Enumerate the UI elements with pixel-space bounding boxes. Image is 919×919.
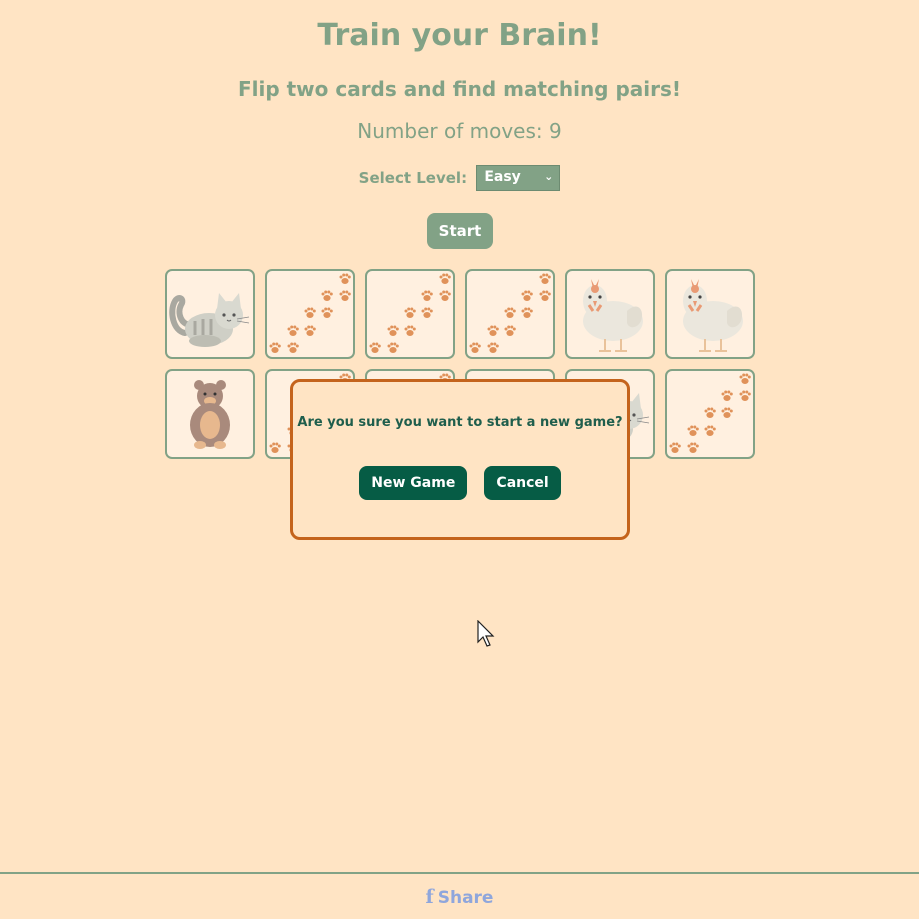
card-chicken[interactable] [665,269,755,359]
start-button[interactable]: Start [427,213,493,249]
moves-counter: Number of moves: 9 [357,119,562,143]
game-page: Train your Brain! Flip two cards and fin… [0,0,919,919]
page-subtitle: Flip two cards and find matching pairs! [237,77,682,101]
chicken-icon [683,279,743,352]
new-game-button[interactable]: New Game [359,466,468,500]
footer-divider [0,872,919,874]
page-title: Train your Brain! [317,18,602,53]
card-bear[interactable] [165,369,255,459]
dialog-buttons: New Game Cancel [293,466,627,500]
card-cat[interactable] [165,269,255,359]
paw-prints-icon [369,273,451,353]
paw-prints-icon [669,373,751,453]
share-link[interactable]: f Share [0,886,919,908]
level-selector-row: Select Level: Easy ⌄ [0,165,919,191]
card-paw-prints[interactable] [465,269,555,359]
cat-icon [169,293,250,347]
card-paw-prints[interactable] [665,369,755,459]
card-paw-prints[interactable] [365,269,455,359]
cancel-button[interactable]: Cancel [484,466,561,500]
share-label: Share [437,888,494,908]
chicken-icon [583,279,643,352]
level-select[interactable]: Easy ⌄ [476,165,561,191]
paw-prints-icon [469,273,551,353]
card-chicken[interactable] [565,269,655,359]
bear-icon [190,380,230,449]
dialog-message: Are you sure you want to start a new gam… [297,415,623,430]
mouse-cursor-icon [477,620,495,647]
new-game-dialog: Are you sure you want to start a new gam… [290,379,630,540]
facebook-icon: f [425,886,434,908]
paw-prints-icon [269,273,351,353]
card-paw-prints[interactable] [265,269,355,359]
level-select-value: Easy [484,169,521,185]
level-label: Select Level: [358,169,468,187]
chevron-down-icon: ⌄ [544,170,554,183]
